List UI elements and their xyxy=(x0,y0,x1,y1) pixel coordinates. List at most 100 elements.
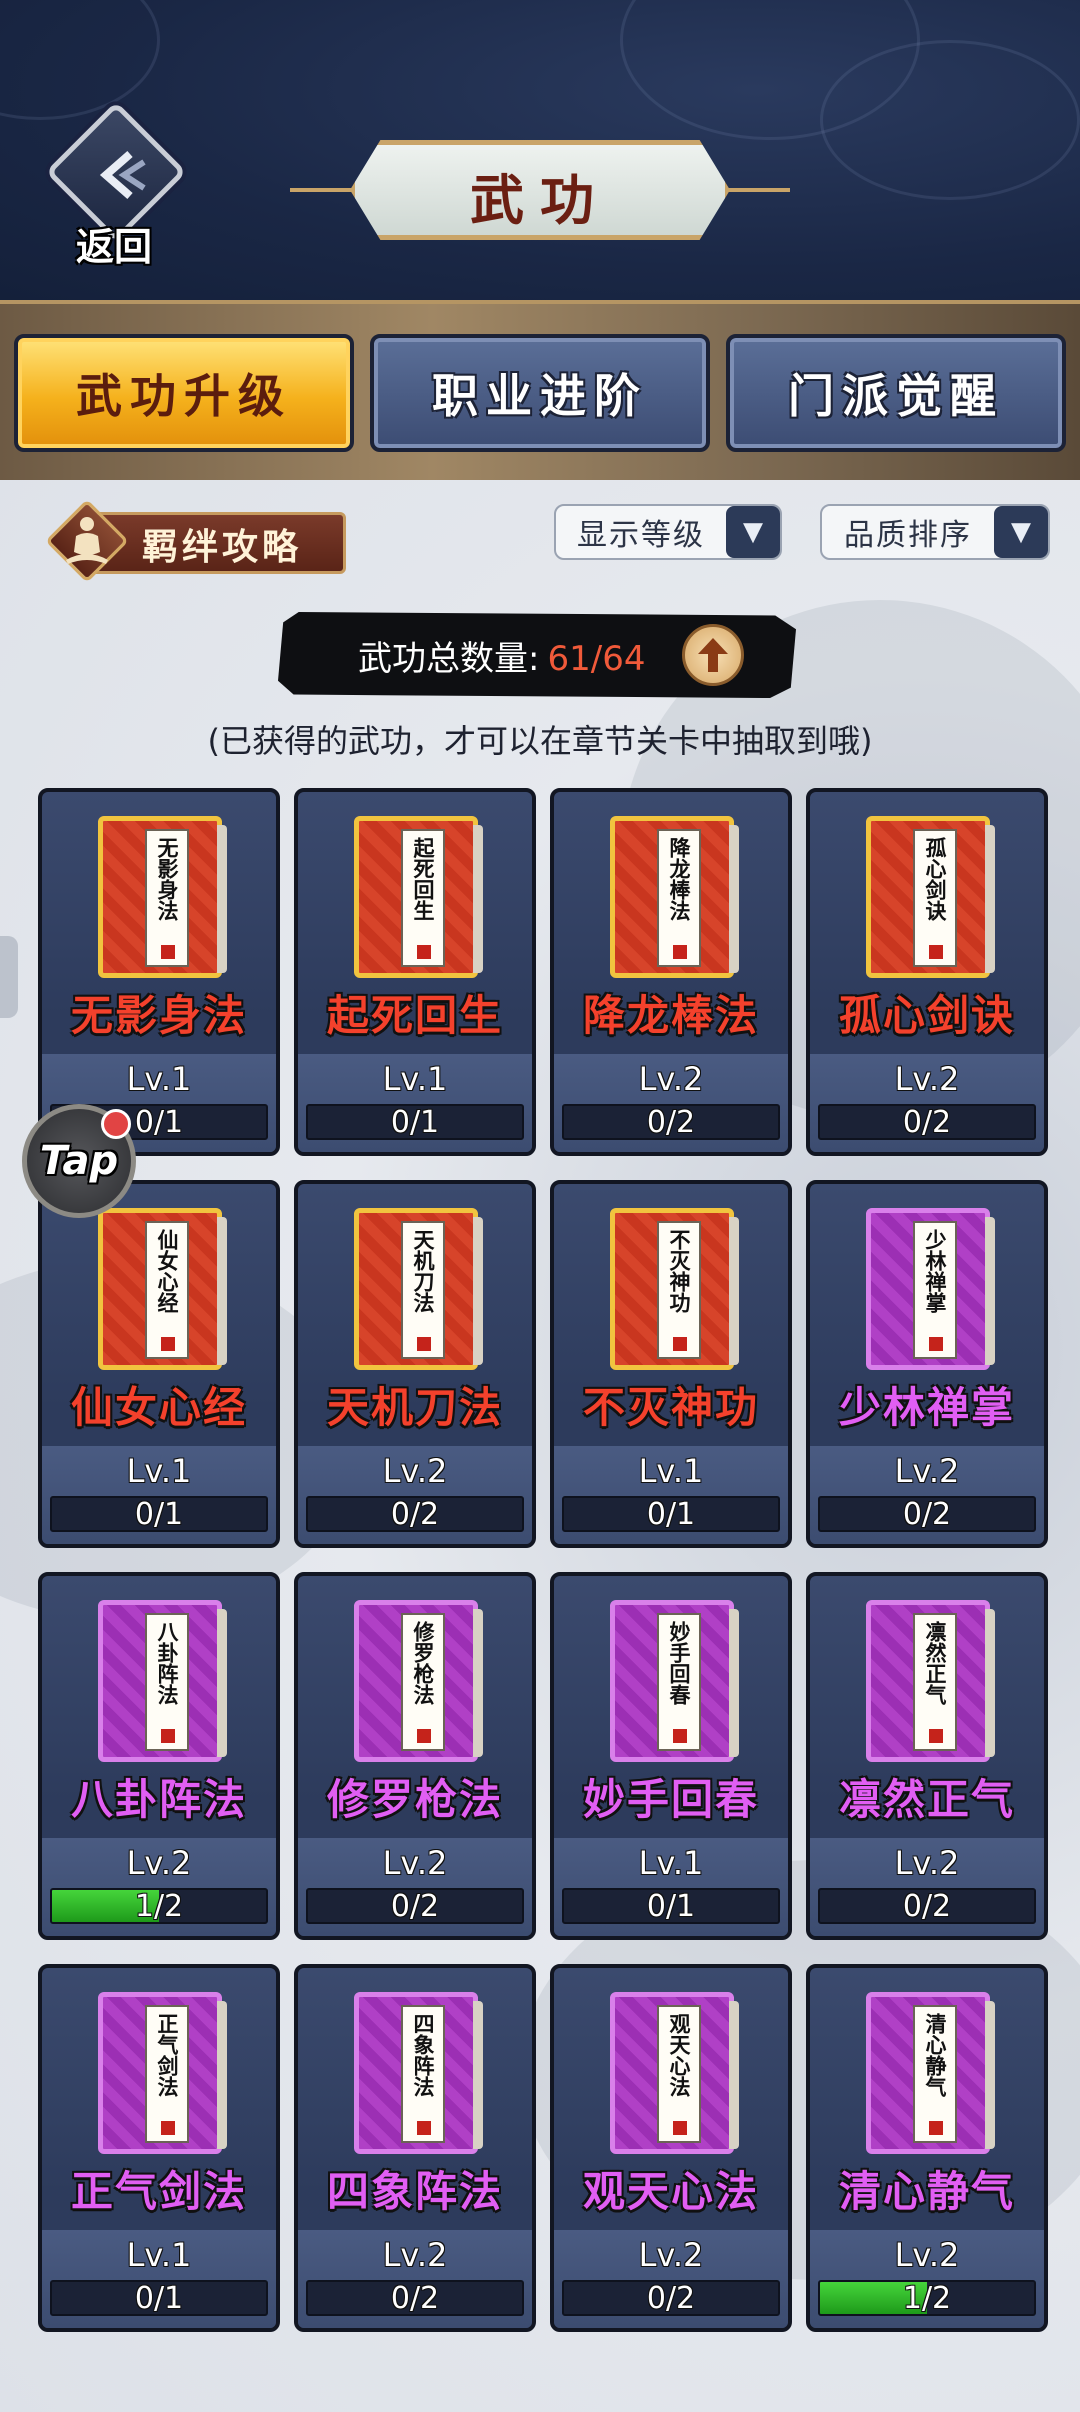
skill-book-icon: 少林禅掌 xyxy=(866,1208,995,1370)
skill-progress-text: 0/2 xyxy=(390,2281,440,2316)
skill-book-icon: 四象阵法 xyxy=(354,1992,483,2154)
book-spine xyxy=(729,1217,739,1365)
book-title-text: 仙女心经 xyxy=(155,1229,180,1313)
skill-progress-bar: 0/2 xyxy=(818,1888,1036,1924)
skill-progress-text: 0/2 xyxy=(646,2281,696,2316)
title-plate: 武功 xyxy=(290,140,790,240)
skill-card[interactable]: 孤心剑诀 孤心剑诀 Lv.2 0/2 xyxy=(806,788,1048,1156)
book-title-text: 天机刀法 xyxy=(411,1229,436,1313)
seal-stamp-icon xyxy=(417,1729,431,1743)
book-spine xyxy=(985,2001,995,2149)
book-label-paper: 修罗枪法 xyxy=(401,1613,445,1751)
skill-card[interactable]: 观天心法 观天心法 Lv.2 0/2 xyxy=(550,1964,792,2332)
tap-label: Tap xyxy=(39,1138,119,1184)
seal-stamp-icon xyxy=(161,1729,175,1743)
skill-progress-bar: 0/1 xyxy=(562,1496,780,1532)
skill-card[interactable]: 修罗枪法 修罗枪法 Lv.2 0/2 xyxy=(294,1572,536,1940)
book-spine xyxy=(217,1217,227,1365)
skill-book-icon: 修罗枪法 xyxy=(354,1600,483,1762)
skill-card[interactable]: 凛然正气 凛然正气 Lv.2 0/2 xyxy=(806,1572,1048,1940)
skill-name: 观天心法 xyxy=(582,2167,759,2216)
book-title-text: 正气剑法 xyxy=(155,2013,180,2097)
seal-stamp-icon xyxy=(673,1729,687,1743)
back-chevron-icon xyxy=(99,150,146,200)
tab-skill-upgrade[interactable]: 武功升级 xyxy=(14,334,354,452)
skill-level: Lv.2 xyxy=(894,1060,960,1098)
book-spine xyxy=(473,1217,483,1365)
skill-card[interactable]: 天机刀法 天机刀法 Lv.2 0/2 xyxy=(294,1180,536,1548)
skill-progress-bar: 0/1 xyxy=(50,2280,268,2316)
book-title-text: 修罗枪法 xyxy=(411,1621,436,1705)
skill-total-banner: 武功总数量: 61/64 xyxy=(278,612,796,698)
book-spine xyxy=(473,825,483,973)
skill-card[interactable]: 降龙棒法 降龙棒法 Lv.2 0/2 xyxy=(550,788,792,1156)
skill-card[interactable]: 仙女心经 仙女心经 Lv.1 0/1 xyxy=(38,1180,280,1548)
chevron-down-icon: ▼ xyxy=(726,506,780,558)
skill-level: Lv.1 xyxy=(382,1060,448,1098)
skill-name: 仙女心经 xyxy=(70,1383,247,1432)
quality-sort-dropdown[interactable]: 品质排序 ▼ xyxy=(820,504,1050,560)
skill-name: 八卦阵法 xyxy=(70,1775,247,1824)
skill-level: Lv.2 xyxy=(126,1844,192,1882)
book-label-paper: 凛然正气 xyxy=(913,1613,957,1751)
seal-stamp-icon xyxy=(161,1337,175,1351)
book-spine xyxy=(985,825,995,973)
skill-name: 不灭神功 xyxy=(582,1383,759,1432)
skill-progress-bar: 0/2 xyxy=(818,1496,1036,1532)
skill-card[interactable]: 正气剑法 正气剑法 Lv.1 0/1 xyxy=(38,1964,280,2332)
skill-name: 天机刀法 xyxy=(326,1383,503,1432)
skill-book-icon: 起死回生 xyxy=(354,816,483,978)
book-title-text: 起死回生 xyxy=(411,837,436,921)
skill-progress-text: 0/2 xyxy=(902,1889,952,1924)
skill-card[interactable]: 起死回生 起死回生 Lv.1 0/1 xyxy=(294,788,536,1156)
bond-guide-button[interactable]: 羁绊攻略 xyxy=(45,499,346,583)
skill-progress-bar: 0/2 xyxy=(306,2280,524,2316)
seal-stamp-icon xyxy=(673,1337,687,1351)
book-label-paper: 四象阵法 xyxy=(401,2005,445,2143)
seal-stamp-icon xyxy=(673,945,687,959)
skill-progress-text: 0/2 xyxy=(902,1105,952,1140)
skill-progress-text: 0/2 xyxy=(390,1497,440,1532)
skill-level: Lv.2 xyxy=(382,1844,448,1882)
page-title: 武功 xyxy=(470,168,610,232)
tab-bar: 武功升级 职业进阶 门派觉醒 xyxy=(0,300,1080,480)
upgrade-arrow-button[interactable] xyxy=(682,624,744,686)
skill-name: 少林禅掌 xyxy=(838,1383,1015,1432)
skill-progress-text: 0/2 xyxy=(902,1497,952,1532)
skill-level: Lv.1 xyxy=(638,1452,704,1490)
back-button[interactable]: 返回 xyxy=(44,101,187,269)
skill-book-icon: 降龙棒法 xyxy=(610,816,739,978)
book-spine xyxy=(473,1609,483,1757)
book-label-paper: 天机刀法 xyxy=(401,1221,445,1359)
book-title-text: 观天心法 xyxy=(667,2013,692,2097)
skill-card[interactable]: 无影身法 无影身法 Lv.1 0/1 xyxy=(38,788,280,1156)
skill-card[interactable]: 少林禅掌 少林禅掌 Lv.2 0/2 xyxy=(806,1180,1048,1548)
back-label: 返回 xyxy=(75,225,152,269)
skill-progress-text: 1/2 xyxy=(134,1889,184,1924)
skill-card[interactable]: 妙手回春 妙手回春 Lv.1 0/1 xyxy=(550,1572,792,1940)
book-title-text: 凛然正气 xyxy=(923,1621,948,1705)
seal-stamp-icon xyxy=(929,945,943,959)
skill-card[interactable]: 清心静气 清心静气 Lv.2 1/2 xyxy=(806,1964,1048,2332)
seal-stamp-icon xyxy=(417,2121,431,2135)
skill-card[interactable]: 四象阵法 四象阵法 Lv.2 0/2 xyxy=(294,1964,536,2332)
skill-name: 无影身法 xyxy=(70,991,247,1040)
skill-card[interactable]: 八卦阵法 八卦阵法 Lv.2 1/2 xyxy=(38,1572,280,1940)
book-spine xyxy=(217,825,227,973)
skill-progress-bar: 0/2 xyxy=(562,1104,780,1140)
book-title-text: 清心静气 xyxy=(923,2013,948,2097)
skill-book-icon: 正气剑法 xyxy=(98,1992,227,2154)
tap-button[interactable]: Tap xyxy=(22,1104,136,1218)
side-drawer-handle[interactable] xyxy=(0,936,18,1018)
skill-card[interactable]: 不灭神功 不灭神功 Lv.1 0/1 xyxy=(550,1180,792,1548)
level-display-label: 显示等级 xyxy=(577,518,705,553)
quality-sort-label: 品质排序 xyxy=(844,518,972,553)
chevron-down-icon: ▼ xyxy=(994,506,1048,558)
level-display-dropdown[interactable]: 显示等级 ▼ xyxy=(554,504,782,560)
skill-progress-text: 0/1 xyxy=(390,1105,440,1140)
skill-book-icon: 天机刀法 xyxy=(354,1208,483,1370)
tab-class-advance[interactable]: 职业进阶 xyxy=(370,334,710,452)
skill-progress-text: 0/1 xyxy=(646,1889,696,1924)
book-title-text: 不灭神功 xyxy=(667,1229,692,1313)
tab-sect-awaken[interactable]: 门派觉醒 xyxy=(726,334,1066,452)
